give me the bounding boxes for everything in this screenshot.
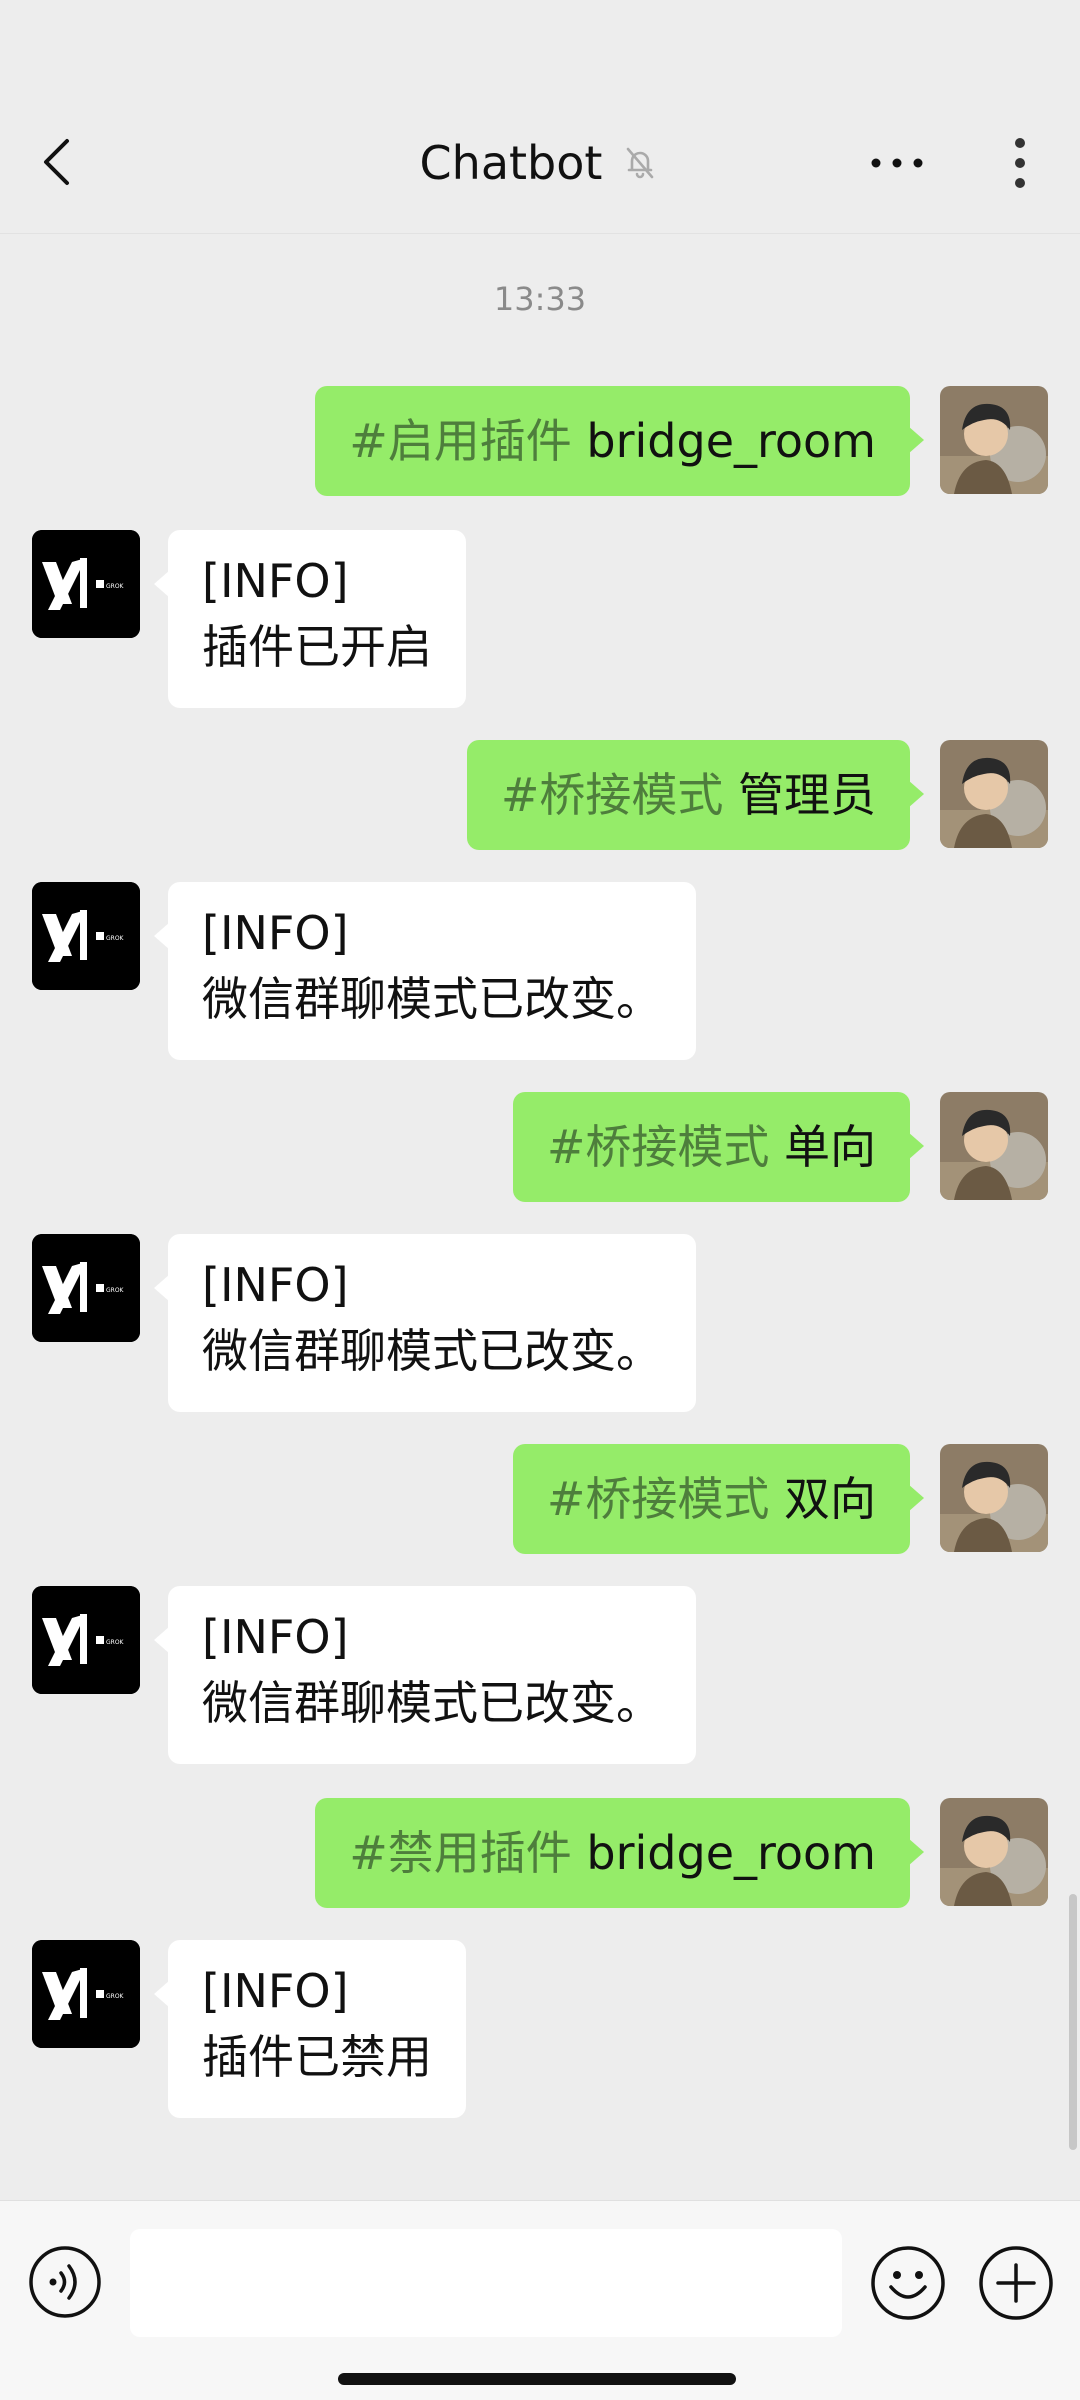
grok-logo-icon: GROK [32,530,140,638]
message-hashtag: #禁用插件 [349,1826,572,1880]
bot-avatar[interactable]: GROK [32,530,140,638]
more-horizontal-icon [871,158,923,168]
emoji-button[interactable] [870,2245,946,2321]
message-line: 微信群聊模式已改变。 [202,1676,662,1730]
plus-button[interactable] [978,2245,1054,2321]
message-text: bridge_room [571,1826,876,1880]
incoming-message-bubble[interactable]: [INFO] 微信群聊模式已改变。 [154,1234,696,1412]
user-avatar-image [940,740,1048,848]
message-input[interactable] [130,2229,842,2337]
incoming-message-bubble[interactable]: [INFO] 微信群聊模式已改变。 [154,882,696,1060]
chat-title: Chatbot [419,136,603,190]
grok-logo-icon: GROK [32,1940,140,2048]
plus-circle-icon [979,2246,1053,2320]
user-avatar[interactable] [940,1798,1048,1906]
user-avatar-image [940,1798,1048,1906]
message-list[interactable]: 13:33 #启用插件 bridge_room GROK [INFO] 插件已开… [0,234,1080,2200]
input-bar [0,2200,1080,2400]
message-text: 管理员 [723,768,876,822]
outgoing-message-bubble[interactable]: #桥接模式 管理员 [466,740,925,850]
message-line: 微信群聊模式已改变。 [202,972,662,1026]
bot-avatar[interactable]: GROK [32,882,140,990]
incoming-message-bubble[interactable]: [INFO] 插件已禁用 [154,1940,466,2118]
svg-text:GROK: GROK [106,935,125,942]
user-avatar-image [940,1092,1048,1200]
message-line: 插件已禁用 [202,2030,432,2084]
bot-avatar[interactable]: GROK [32,1234,140,1342]
bot-avatar[interactable]: GROK [32,1940,140,2048]
outgoing-message-bubble[interactable]: #启用插件 bridge_room [315,386,924,496]
grok-logo-icon: GROK [32,882,140,990]
message-line: [INFO] [202,1964,349,2018]
chat-header: Chatbot [0,92,1080,234]
message-line: 插件已开启 [202,620,432,674]
message-line: [INFO] [202,1258,349,1312]
more-vertical-icon [1015,138,1025,188]
more-options-button[interactable] [862,138,932,188]
status-bar [0,0,1080,92]
bell-off-icon [627,147,654,179]
outgoing-message-bubble[interactable]: #桥接模式 双向 [512,1444,925,1554]
grok-logo-icon: GROK [32,1586,140,1694]
svg-text:GROK: GROK [106,1993,125,2000]
message-line: 微信群聊模式已改变。 [202,1324,662,1378]
menu-button[interactable] [1000,132,1040,194]
message-hashtag: #桥接模式 [500,768,724,822]
message-line: [INFO] [202,906,349,960]
bot-avatar[interactable]: GROK [32,1586,140,1694]
svg-text:GROK: GROK [106,1287,125,1294]
message-text: bridge_room [571,414,876,468]
svg-text:GROK: GROK [106,583,125,590]
home-indicator[interactable] [338,2373,736,2385]
outgoing-message-bubble[interactable]: #禁用插件 bridge_room [315,1798,924,1908]
message-timestamp: 13:33 [493,280,587,318]
message-line: [INFO] [202,554,349,608]
user-avatar[interactable] [940,1092,1048,1200]
user-avatar-image [940,386,1048,494]
message-text: 双向 [769,1472,876,1526]
message-text: 单向 [769,1120,876,1174]
message-hashtag: #桥接模式 [546,1472,770,1526]
user-avatar-image [940,1444,1048,1552]
incoming-message-bubble[interactable]: [INFO] 插件已开启 [154,530,466,708]
message-line: [INFO] [202,1610,349,1664]
user-avatar[interactable] [940,386,1048,494]
chat-scrollbar[interactable] [1069,1894,1077,2150]
outgoing-message-bubble[interactable]: #桥接模式 单向 [512,1092,925,1202]
user-avatar[interactable] [940,740,1048,848]
emoji-icon [871,2246,945,2320]
incoming-message-bubble[interactable]: [INFO] 微信群聊模式已改变。 [154,1586,696,1764]
message-hashtag: #桥接模式 [546,1120,770,1174]
user-avatar[interactable] [940,1444,1048,1552]
voice-icon [29,2246,101,2318]
chevron-left-icon [44,139,69,185]
back-button[interactable] [28,134,84,190]
svg-text:GROK: GROK [106,1639,125,1646]
grok-logo-icon: GROK [32,1234,140,1342]
voice-button[interactable] [28,2245,102,2319]
message-hashtag: #启用插件 [349,414,572,468]
